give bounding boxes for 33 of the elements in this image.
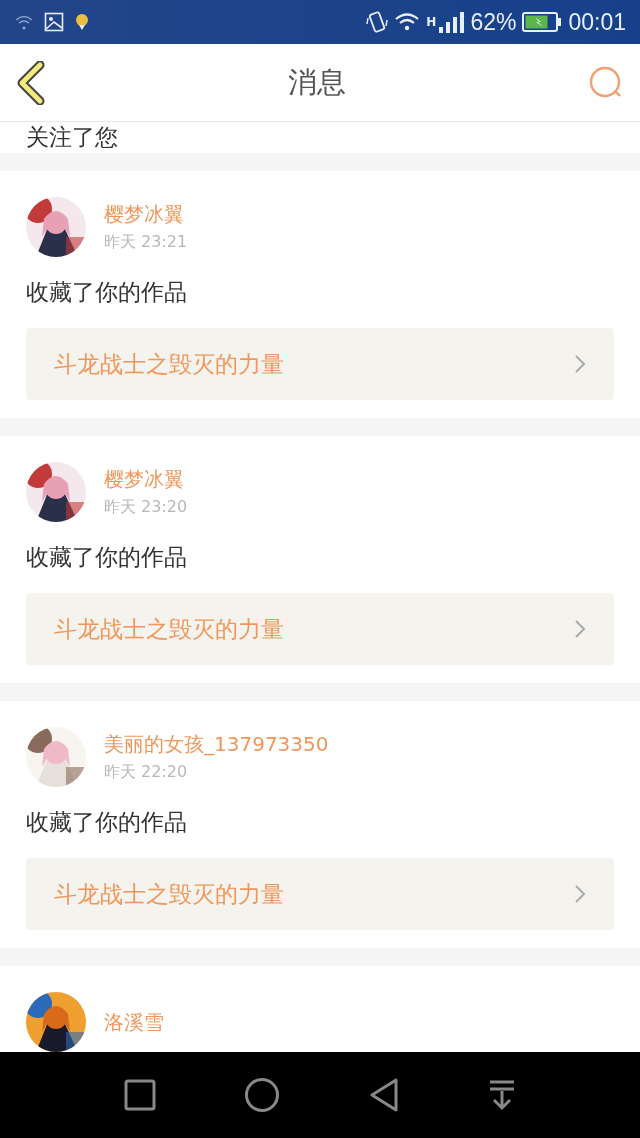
user-name[interactable]: 美丽的女孩_137973350 — [104, 731, 329, 758]
chevron-right-icon — [574, 354, 586, 374]
recent-apps-icon[interactable] — [124, 1079, 156, 1111]
work-link[interactable]: 斗龙战士之毁灭的力量 — [26, 328, 614, 400]
page-title: 消息 — [288, 63, 346, 101]
signal-icon — [438, 11, 465, 33]
chevron-right-icon — [574, 619, 586, 639]
battery-icon — [522, 12, 563, 32]
message-time: 昨天 23:20 — [104, 497, 188, 518]
wifi-question-icon — [14, 13, 34, 31]
message-time: 昨天 23:21 — [104, 232, 188, 253]
message-text: 收藏了你的作品 — [26, 278, 188, 307]
home-icon[interactable] — [244, 1077, 280, 1113]
work-link[interactable]: 斗龙战士之毁灭的力量 — [26, 858, 614, 930]
section-title: 关注了您 — [26, 123, 118, 152]
notification-pull-icon[interactable] — [488, 1079, 516, 1111]
back-icon[interactable] — [368, 1078, 400, 1112]
user-name[interactable]: 洛溪雪 — [104, 1008, 164, 1036]
image-icon — [44, 12, 64, 32]
message-text: 收藏了你的作品 — [26, 543, 188, 572]
clock: 00:01 — [568, 8, 626, 36]
vibrate-icon — [366, 10, 389, 34]
message-text: 收藏了你的作品 — [26, 808, 188, 837]
battery-percentage: 62% — [470, 8, 517, 36]
back-button[interactable] — [16, 60, 46, 105]
chevron-right-icon — [574, 884, 586, 904]
wifi-icon — [394, 12, 421, 32]
bulb-icon — [74, 13, 90, 31]
user-name[interactable]: 樱梦冰翼 — [104, 466, 188, 493]
message-time: 昨天 22:20 — [104, 762, 189, 783]
network-type-label: H — [426, 14, 437, 29]
user-name[interactable]: 樱梦冰翼 — [104, 201, 188, 228]
work-link[interactable]: 斗龙战士之毁灭的力量 — [26, 593, 614, 665]
